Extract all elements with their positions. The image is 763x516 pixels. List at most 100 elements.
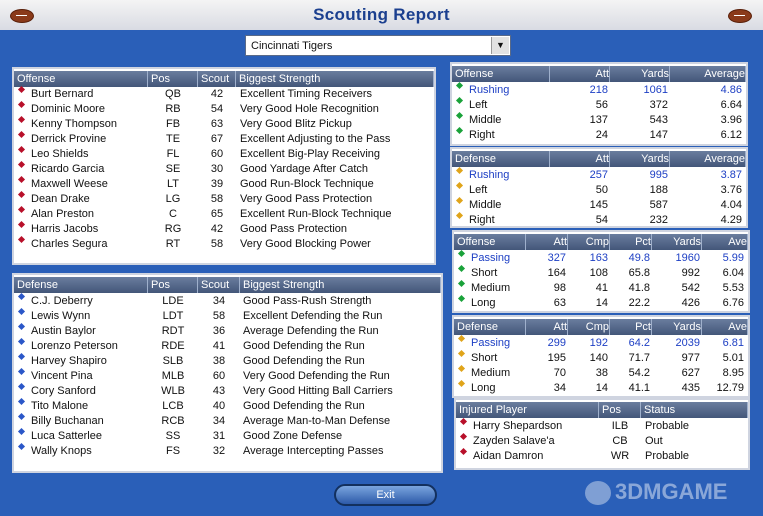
column-header[interactable]: Average xyxy=(670,66,746,82)
column-header[interactable]: Defense xyxy=(14,277,148,293)
roster-row[interactable]: C.J. Deberry LDE 34 Good Pass-Rush Strength xyxy=(14,292,441,309)
column-header[interactable]: Offense xyxy=(14,71,148,87)
column-header[interactable]: Offense xyxy=(454,234,526,250)
column-header[interactable]: Injured Player xyxy=(456,402,599,418)
column-header[interactable]: Pos xyxy=(148,277,198,293)
roster-row[interactable]: Vincent Pina MLB 60 Very Good Defending the… xyxy=(14,367,441,384)
stat-yards: 2039 xyxy=(675,337,700,349)
stat-label: Left xyxy=(469,184,488,196)
roster-row[interactable]: Dominic Moore RB 54 Very Good Hole Recognit… xyxy=(14,100,434,117)
roster-row[interactable]: Lorenzo Peterson RDE 41 Good Defending the … xyxy=(14,337,441,354)
stat-yards: 372 xyxy=(649,99,668,111)
roster-row[interactable]: Dean Drake LG 58 Very Good Pass Protection xyxy=(14,190,434,207)
stat-row[interactable]: Passing 299 192 64.2 2039 6.81 xyxy=(454,334,748,351)
player-scout-rating: 42 xyxy=(210,88,224,100)
bullet-icon xyxy=(457,364,466,373)
injured-player-status: Probable xyxy=(645,420,690,432)
roster-row[interactable]: Billy Buchanan RCB 34 Average Man-to-Man De… xyxy=(14,412,441,429)
injured-panel: Injured Player Pos Status Harry Shepards… xyxy=(454,398,750,470)
stat-percent: 54.2 xyxy=(628,367,650,379)
player-strength: Average Man-to-Man Defense xyxy=(243,415,391,427)
column-header[interactable]: Defense xyxy=(454,319,526,335)
roster-row[interactable]: Leo Shields FL 60 Excellent Big-Play Receiv… xyxy=(14,145,434,162)
column-header[interactable]: Yards xyxy=(652,319,702,335)
player-scout-rating: 54 xyxy=(210,103,224,115)
stat-row[interactable]: Right 54 232 4.29 xyxy=(452,211,746,228)
stat-average: 6.12 xyxy=(720,129,742,141)
roster-row[interactable]: Burt Bernard QB 42 Excellent Timing Receive… xyxy=(14,85,434,102)
column-header[interactable]: Att xyxy=(550,151,610,167)
stat-attempts: 63 xyxy=(553,297,566,309)
player-strength: Excellent Adjusting to the Pass xyxy=(240,133,391,145)
column-header[interactable]: Defense xyxy=(452,151,550,167)
player-name: Harris Jacobs xyxy=(31,223,99,235)
roster-row[interactable]: Austin Baylor RDT 36 Average Defending the … xyxy=(14,322,441,339)
roster-row[interactable]: Kenny Thompson FB 63 Very Good Blitz Pickup xyxy=(14,115,434,132)
stat-row[interactable]: Rushing 218 1061 4.86 xyxy=(452,81,746,98)
team-dropdown[interactable]: Cincinnati Tigers ▼ xyxy=(245,35,511,56)
stat-row[interactable]: Long 34 14 41.1 435 12.79 xyxy=(454,379,748,396)
stat-row[interactable]: Middle 137 543 3.96 xyxy=(452,111,746,128)
stat-row[interactable]: Left 50 188 3.76 xyxy=(452,181,746,198)
column-header[interactable]: Att xyxy=(526,319,568,335)
stat-row[interactable]: Passing 327 163 49.8 1960 5.99 xyxy=(454,249,748,266)
column-header[interactable]: Yards xyxy=(652,234,702,250)
player-scout-rating: 41 xyxy=(212,340,226,352)
roster-row[interactable]: Lewis Wynn LDT 58 Excellent Defending the R… xyxy=(14,307,441,324)
stat-row[interactable]: Rushing 257 995 3.87 xyxy=(452,166,746,183)
injured-row[interactable]: Harry Shepardson ILB Probable xyxy=(456,417,748,434)
stat-row[interactable]: Short 164 108 65.8 992 6.04 xyxy=(454,264,748,281)
stat-row[interactable]: Middle 145 587 4.04 xyxy=(452,196,746,213)
roster-row[interactable]: Wally Knops FS 32 Average Intercepting Pass… xyxy=(14,442,441,459)
stat-row[interactable]: Medium 98 41 41.8 542 5.53 xyxy=(454,279,748,296)
column-header[interactable]: Pos xyxy=(148,71,198,87)
column-header[interactable]: Ave xyxy=(702,319,748,335)
column-header[interactable]: Att xyxy=(550,66,610,82)
column-header[interactable]: Scout xyxy=(198,277,240,293)
injured-row[interactable]: Aidan Damron WR Probable xyxy=(456,447,748,464)
roster-row[interactable]: Harvey Shapiro SLB 38 Good Defending the Ru… xyxy=(14,352,441,369)
roster-row[interactable]: Derrick Provine TE 67 Excellent Adjusting t… xyxy=(14,130,434,147)
stat-row[interactable]: Short 195 140 71.7 977 5.01 xyxy=(454,349,748,366)
stat-yards: 542 xyxy=(681,282,700,294)
roster-row[interactable]: Luca Satterlee SS 31 Good Zone Defense xyxy=(14,427,441,444)
stat-label: Right xyxy=(469,214,495,226)
player-name: Alan Preston xyxy=(31,208,94,220)
roster-row[interactable]: Cory Sanford WLB 43 Very Good Hitting Ball … xyxy=(14,382,441,399)
stat-row[interactable]: Long 63 14 22.2 426 6.76 xyxy=(454,294,748,311)
roster-row[interactable]: Charles Segura RT 58 Very Good Blocking Pow… xyxy=(14,235,434,252)
stat-row[interactable]: Medium 70 38 54.2 627 8.95 xyxy=(454,364,748,381)
column-header[interactable]: Offense xyxy=(452,66,550,82)
roster-row[interactable]: Alan Preston C 65 Excellent Run-Block Techn… xyxy=(14,205,434,222)
bullet-icon xyxy=(17,292,26,301)
chevron-down-icon[interactable]: ▼ xyxy=(491,37,509,54)
column-header[interactable]: Yards xyxy=(610,151,670,167)
bullet-icon xyxy=(17,382,26,391)
stat-row[interactable]: Right 24 147 6.12 xyxy=(452,126,746,143)
column-header[interactable]: Biggest Strength xyxy=(236,71,434,87)
stat-attempts: 299 xyxy=(547,337,566,349)
column-header[interactable]: Ave xyxy=(702,234,748,250)
column-header[interactable]: Cmp xyxy=(568,319,610,335)
injured-row[interactable]: Zayden Salave'a CB Out xyxy=(456,432,748,449)
player-position: LG xyxy=(165,193,181,205)
column-header[interactable]: Average xyxy=(670,151,746,167)
column-header[interactable]: Pct xyxy=(610,319,652,335)
column-header[interactable]: Status xyxy=(641,402,748,418)
column-header[interactable]: Att xyxy=(526,234,568,250)
stat-row[interactable]: Left 56 372 6.64 xyxy=(452,96,746,113)
roster-row[interactable]: Ricardo Garcia SE 30 Good Yardage After Cat… xyxy=(14,160,434,177)
column-header[interactable]: Biggest Strength xyxy=(240,277,441,293)
roster-row[interactable]: Tito Malone LCB 40 Good Defending the Run xyxy=(14,397,441,414)
column-header[interactable]: Pos xyxy=(599,402,641,418)
exit-button[interactable]: Exit xyxy=(334,484,437,506)
column-header[interactable]: Cmp xyxy=(568,234,610,250)
player-position: SLB xyxy=(162,355,184,367)
stat-attempts: 54 xyxy=(595,214,608,226)
roster-row[interactable]: Harris Jacobs RG 42 Good Pass Protection xyxy=(14,220,434,237)
column-header[interactable]: Yards xyxy=(610,66,670,82)
column-header[interactable]: Scout xyxy=(198,71,236,87)
stat-attempts: 137 xyxy=(589,114,608,126)
roster-row[interactable]: Maxwell Weese LT 39 Good Run-Block Techniqu… xyxy=(14,175,434,192)
column-header[interactable]: Pct xyxy=(610,234,652,250)
